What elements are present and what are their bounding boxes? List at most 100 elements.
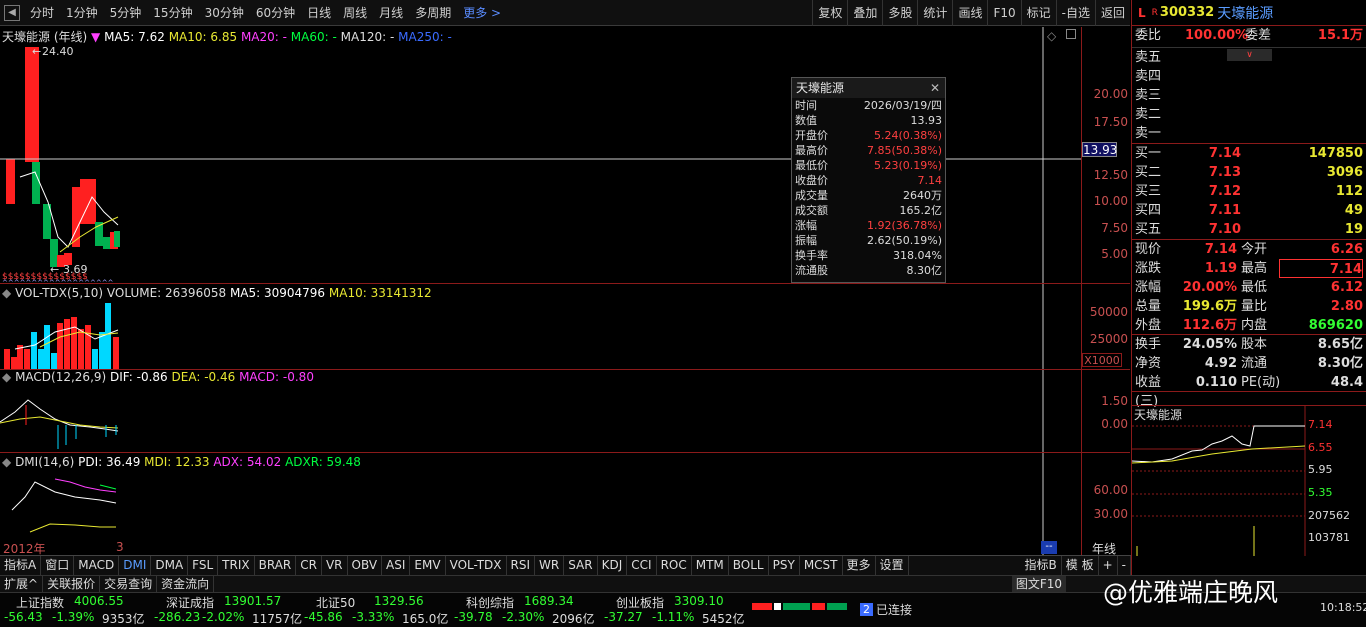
draw-line-button[interactable]: 画线 <box>952 0 987 26</box>
tooltip-key: 开盘价 <box>795 129 828 142</box>
stat-value-2: 2.80 <box>1330 299 1363 314</box>
indicator-tab[interactable]: 窗口 <box>41 556 75 575</box>
f10-graphic-tab[interactable]: 图文F10 <box>1011 576 1066 592</box>
macd-label: MACD(12,26,9) <box>15 370 107 384</box>
weicha-label: 委差 <box>1245 28 1272 43</box>
vol-bar-14 <box>92 349 98 369</box>
indicator-tab-right[interactable]: 模 板 <box>1062 556 1099 575</box>
weicha-value: 15.1万 <box>1317 28 1363 43</box>
indicator-tab[interactable]: VOL-TDX <box>446 556 507 575</box>
indicator-tab[interactable]: FSL <box>188 556 219 575</box>
indicator-tab[interactable]: MCST <box>800 556 843 575</box>
indicator-tab[interactable]: OBV <box>348 556 383 575</box>
mark-button[interactable]: 标记 <box>1020 0 1056 26</box>
mini-chart[interactable]: 天壕能源 7.14 6.55 5.95 5.35 207562 103781 <box>1132 405 1366 575</box>
close-icon[interactable]: ✕ <box>930 78 940 98</box>
stats-button[interactable]: 统计 <box>917 0 952 26</box>
tooltip-value: 5.24(0.38%) <box>873 129 942 142</box>
tooltip-row: 收盘价 7.14 <box>792 173 945 188</box>
indicator-tab[interactable]: BOLL <box>729 556 769 575</box>
tab-1min[interactable]: 1分钟 <box>60 0 104 26</box>
tab-multi-period[interactable]: 多周期 <box>409 0 457 26</box>
extension-tab[interactable]: 交易查询 <box>100 576 158 592</box>
indicator-tab[interactable]: DMA <box>151 556 189 575</box>
indicator-tab[interactable]: VR <box>322 556 348 575</box>
tab-15min[interactable]: 15分钟 <box>147 0 198 26</box>
indicator-tab[interactable]: TRIX <box>218 556 255 575</box>
index-name[interactable]: 北证50 <box>316 594 355 611</box>
tab-5min[interactable]: 5分钟 <box>104 0 148 26</box>
tooltip-value: 8.30亿 <box>906 264 943 277</box>
buy-row: 买一 7.14 147850 <box>1132 144 1366 163</box>
ma-settings-icon[interactable]: ▼ <box>91 30 100 44</box>
stat-value-2: 6.26 <box>1330 242 1363 257</box>
extension-tab[interactable]: 资金流向 <box>157 576 215 592</box>
stock-name: 天壕能源 <box>1217 5 1274 22</box>
fuquan-button[interactable]: 复权 <box>812 0 847 26</box>
index-name[interactable]: 科创综指 <box>466 594 514 611</box>
stat-value: 20.00% <box>1182 280 1237 295</box>
vol-settings-icon[interactable]: ◆ <box>2 286 11 300</box>
stat-row: 总量 199.6万 量比 2.80 <box>1132 297 1366 316</box>
diamond-icon[interactable]: ◇ <box>1047 29 1056 43</box>
vol-bar-1 <box>4 349 10 369</box>
dmi-settings-icon[interactable]: ◆ <box>2 455 11 469</box>
connection-status[interactable]: 2 已连接 <box>860 601 912 618</box>
tab-60min[interactable]: 60分钟 <box>250 0 301 26</box>
indicator-tab[interactable]: DMI <box>119 556 152 575</box>
indicator-tab[interactable]: WR <box>535 556 565 575</box>
tab-daily[interactable]: 日线 <box>301 0 337 26</box>
dmi-adxr-value: ADXR: 59.48 <box>285 455 361 469</box>
stat-row: 收益(三) 0.110 PE(动) 48.4 <box>1132 373 1366 409</box>
vol-bar-10 <box>64 319 70 369</box>
tab-fenshi[interactable]: 分时 <box>24 0 60 26</box>
indicator-tab-right[interactable]: 指标B <box>1021 556 1062 575</box>
return-button[interactable]: 返回 <box>1094 0 1130 26</box>
tab-30min[interactable]: 30分钟 <box>199 0 250 26</box>
vol-unit-box: X1000 <box>1082 353 1122 367</box>
indicator-tab[interactable]: EMV <box>410 556 446 575</box>
indicator-tab[interactable]: MACD <box>74 556 120 575</box>
back-icon[interactable]: ◀ <box>4 4 20 21</box>
price-tick-12.5: 12.50 <box>1093 168 1128 182</box>
price-tick-5: 5.00 <box>1101 247 1128 261</box>
stat-label-2: 最高 <box>1241 261 1268 276</box>
multi-stock-button[interactable]: 多股 <box>882 0 917 26</box>
expand-icon[interactable]: ∨ <box>1227 49 1272 61</box>
indicator-tab[interactable]: CCI <box>627 556 657 575</box>
indicator-tab[interactable]: 指标A <box>0 556 42 575</box>
indicator-tab[interactable]: ROC <box>657 556 692 575</box>
indicator-tab[interactable]: PSY <box>769 556 800 575</box>
buy-row: 买四 7.11 49 <box>1132 201 1366 220</box>
index-name[interactable]: 创业板指 <box>616 594 664 611</box>
indicator-tab[interactable]: MTM <box>692 556 729 575</box>
tooltip-title: 天壕能源 <box>796 81 845 95</box>
extension-tab[interactable]: 扩展^ <box>0 576 44 592</box>
vol-bar-12 <box>78 329 84 369</box>
extension-tab[interactable]: 关联报价 <box>43 576 101 592</box>
stat-row: 现价 7.14 今开 6.26 <box>1132 240 1366 259</box>
more-periods-button[interactable]: 更多 > <box>457 0 507 26</box>
f10-button[interactable]: F10 <box>987 0 1020 26</box>
stock-code: 300332 <box>1159 5 1215 20</box>
indicator-tab[interactable]: BRAR <box>255 556 297 575</box>
indicator-tab[interactable]: RSI <box>507 556 536 575</box>
tooltip-value: 2.62(50.19%) <box>866 234 942 247</box>
index-name[interactable]: 深证成指 <box>166 594 214 611</box>
remove-watchlist-button[interactable]: -自选 <box>1055 0 1095 26</box>
tab-weekly[interactable]: 周线 <box>337 0 373 26</box>
tab-monthly[interactable]: 月线 <box>373 0 409 26</box>
indicator-tab[interactable]: SAR <box>564 556 598 575</box>
kline-header: 天壕能源 (年线) ▼ MA5: 7.62 MA10: 6.85 MA20: -… <box>2 28 452 45</box>
indicator-tab[interactable]: ASI <box>382 556 411 575</box>
indicator-tab[interactable]: KDJ <box>598 556 628 575</box>
overlay-button[interactable]: 叠加 <box>847 0 882 26</box>
chart-area[interactable]: ← ← $$$$$$$$$$$$$$$ ^^^^^^^^^^^^^^^^^^^ <box>0 27 1130 556</box>
macd-settings-icon[interactable]: ◆ <box>2 370 11 384</box>
indicator-tab[interactable]: 更多 <box>843 556 876 575</box>
index-name[interactable]: 上证指数 <box>16 594 64 611</box>
stat-value-2: 8.65亿 <box>1317 337 1363 352</box>
square-icon[interactable] <box>1066 29 1076 39</box>
indicator-tab[interactable]: 设置 <box>876 556 909 575</box>
indicator-tab[interactable]: CR <box>296 556 322 575</box>
